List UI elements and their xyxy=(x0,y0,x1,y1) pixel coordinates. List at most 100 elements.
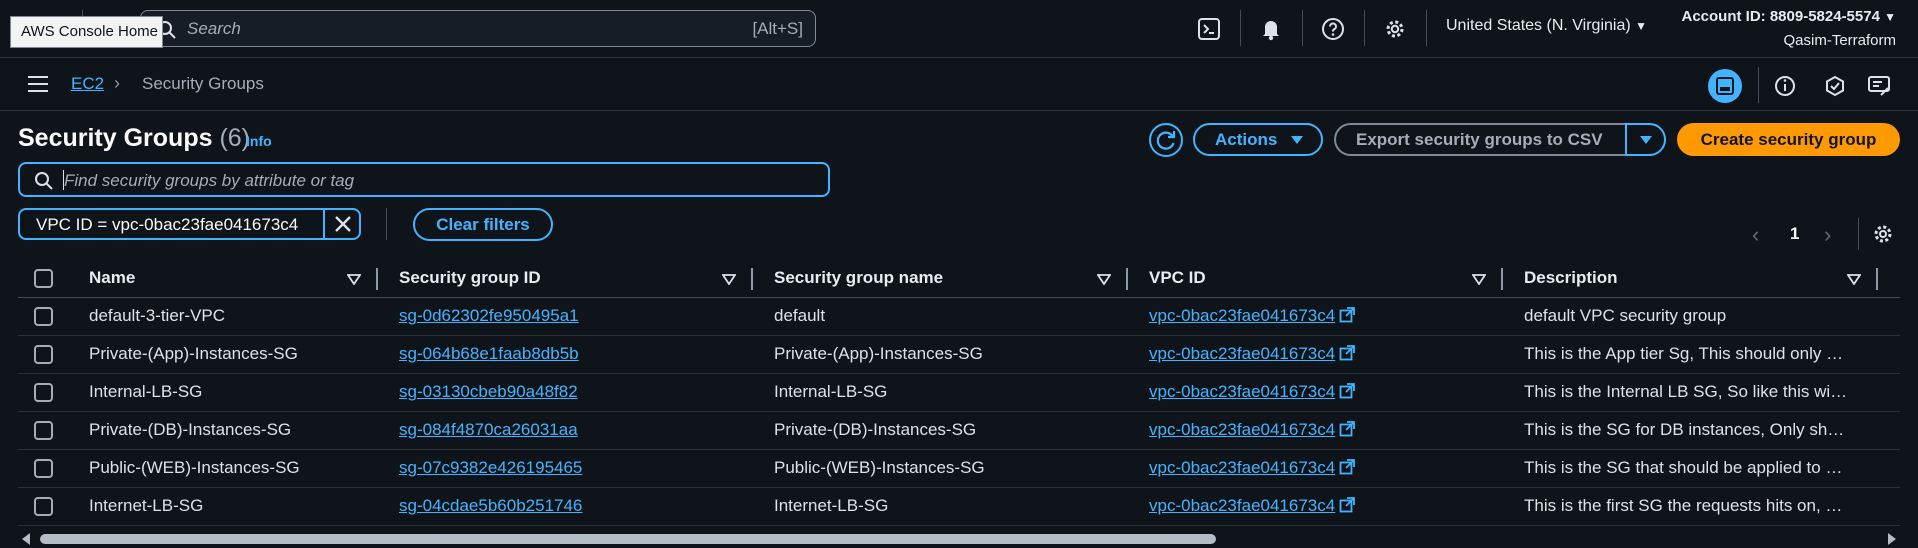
table-row[interactable]: Private-(App)-Instances-SG sg-064b68e1faa… xyxy=(18,336,1900,374)
column-resizer[interactable] xyxy=(376,268,378,290)
info-icon[interactable] xyxy=(1768,69,1802,103)
info-link[interactable]: Info xyxy=(246,133,272,149)
cell-group-id-link[interactable]: sg-084f4870ca26031aa xyxy=(399,420,729,440)
cell-vpc-id[interactable]: vpc-0bac23fae041673c4 xyxy=(1149,382,1489,402)
clear-filters-button[interactable]: Clear filters xyxy=(413,208,553,241)
sort-icon[interactable] xyxy=(347,274,361,285)
cloudshell-icon[interactable] xyxy=(1196,16,1222,42)
cell-name: default-3-tier-VPC xyxy=(89,306,226,325)
table-row[interactable]: default-3-tier-VPC sg-0d62302fe950495a1 de… xyxy=(18,298,1900,336)
row-checkbox[interactable] xyxy=(34,307,53,326)
cell-vpc-id[interactable]: vpc-0bac23fae041673c4 xyxy=(1149,496,1489,516)
breadcrumb-ec2[interactable]: EC2 xyxy=(71,74,104,94)
external-link-icon xyxy=(1339,307,1356,323)
vpc-link[interactable]: vpc-0bac23fae041673c4 xyxy=(1149,344,1335,363)
sort-icon[interactable] xyxy=(722,274,736,285)
menu-icon[interactable] xyxy=(28,76,48,92)
cell-description: default VPC security group xyxy=(1524,306,1727,325)
region-selector[interactable]: United States (N. Virginia) ▼ xyxy=(1446,17,1647,35)
create-security-group-button[interactable]: Create security group xyxy=(1677,123,1900,156)
vpc-link[interactable]: vpc-0bac23fae041673c4 xyxy=(1149,382,1335,401)
table-row[interactable]: Private-(DB)-Instances-SG sg-084f4870ca26… xyxy=(18,412,1900,450)
column-header-vpc-id[interactable]: VPC ID xyxy=(1149,268,1206,288)
table-row[interactable]: Internal-LB-SG sg-03130cbeb90a48f82 Intern… xyxy=(18,374,1900,412)
column-header-group-id[interactable]: Security group ID xyxy=(399,268,541,288)
cell-name: Private-(App)-Instances-SG xyxy=(89,344,298,363)
column-header-group-name[interactable]: Security group name xyxy=(774,268,943,288)
select-all-checkbox[interactable] xyxy=(34,269,53,288)
row-checkbox[interactable] xyxy=(34,459,53,478)
table-row[interactable]: Public-(WEB)-Instances-SG sg-07c9382e4261… xyxy=(18,450,1900,488)
vpc-link[interactable]: vpc-0bac23fae041673c4 xyxy=(1149,458,1335,477)
row-checkbox[interactable] xyxy=(34,383,53,402)
cell-group-id-link[interactable]: sg-0d62302fe950495a1 xyxy=(399,306,729,326)
external-link-icon xyxy=(1339,421,1356,437)
panel-icon xyxy=(1716,77,1734,95)
page-number[interactable]: 1 xyxy=(1790,224,1799,244)
region-label: United States (N. Virginia) xyxy=(1446,17,1631,34)
divider xyxy=(1858,218,1859,250)
horizontal-scrollbar[interactable] xyxy=(18,530,1900,548)
cell-vpc-id[interactable]: vpc-0bac23fae041673c4 xyxy=(1149,344,1489,364)
table-row[interactable]: Internet-LB-SG sg-04cdae5b60b251746 Intern… xyxy=(18,488,1900,526)
search-input[interactable]: Search [Alt+S] xyxy=(140,10,816,47)
page-title-text: Security Groups xyxy=(18,124,213,152)
sort-icon[interactable] xyxy=(1472,274,1486,285)
panel-toggle-button[interactable] xyxy=(1708,69,1742,103)
actions-label: Actions xyxy=(1215,130,1278,149)
close-icon[interactable] xyxy=(333,214,353,234)
column-resizer[interactable] xyxy=(1126,268,1128,290)
vpc-link[interactable]: vpc-0bac23fae041673c4 xyxy=(1149,496,1335,515)
cell-group-name: default xyxy=(774,306,826,325)
scroll-left-icon[interactable] xyxy=(22,533,30,545)
cell-group-id-link[interactable]: sg-064b68e1faab8db5b xyxy=(399,344,729,364)
chevron-right-icon[interactable]: › xyxy=(1824,222,1831,248)
account-menu[interactable]: Account ID: 8809-5824-5574 ▼ Qasim-Terra… xyxy=(1682,5,1897,53)
actions-button[interactable]: Actions xyxy=(1193,123,1323,156)
page-title: Security Groups (6) xyxy=(18,124,250,153)
cell-description: This is the App tier Sg, This should onl… xyxy=(1524,344,1844,363)
shield-icon[interactable] xyxy=(1818,69,1852,103)
column-resizer[interactable] xyxy=(1501,268,1503,290)
sort-icon[interactable] xyxy=(1097,274,1111,285)
cell-group-id-link[interactable]: sg-03130cbeb90a48f82 xyxy=(399,382,729,402)
cell-vpc-id[interactable]: vpc-0bac23fae041673c4 xyxy=(1149,420,1489,440)
row-checkbox[interactable] xyxy=(34,421,53,440)
sort-icon[interactable] xyxy=(1847,274,1861,285)
vpc-link[interactable]: vpc-0bac23fae041673c4 xyxy=(1149,420,1335,439)
cell-name: Public-(WEB)-Instances-SG xyxy=(89,458,300,477)
chevron-left-icon[interactable]: ‹ xyxy=(1752,222,1759,248)
export-csv-button[interactable]: Export security groups to CSV xyxy=(1334,123,1626,156)
cell-group-name: Public-(WEB)-Instances-SG xyxy=(774,458,985,477)
column-resizer[interactable] xyxy=(751,268,753,290)
refresh-button[interactable] xyxy=(1149,123,1183,157)
help-icon[interactable] xyxy=(1320,16,1346,42)
gear-icon[interactable] xyxy=(1871,222,1895,246)
cell-group-id-link[interactable]: sg-07c9382e426195465 xyxy=(399,458,729,478)
search-placeholder: Search xyxy=(187,19,241,38)
divider xyxy=(1364,10,1365,46)
bell-icon[interactable] xyxy=(1258,16,1284,42)
filter-input[interactable]: Find security groups by attribute or tag xyxy=(18,162,830,197)
scrollbar-thumb[interactable] xyxy=(40,534,1216,544)
row-checkbox[interactable] xyxy=(34,497,53,516)
table-header: Name Security group ID Security group na… xyxy=(18,260,1900,298)
breadcrumb-current: Security Groups xyxy=(142,74,264,93)
column-resizer[interactable] xyxy=(1876,268,1878,290)
cell-vpc-id[interactable]: vpc-0bac23fae041673c4 xyxy=(1149,458,1489,478)
filter-token[interactable]: VPC ID = vpc-0bac23fae041673c4 xyxy=(18,208,361,240)
export-dropdown-button[interactable] xyxy=(1625,123,1666,156)
row-checkbox[interactable] xyxy=(34,345,53,364)
divider xyxy=(386,208,387,240)
filter-placeholder: Find security groups by attribute or tag xyxy=(64,171,355,190)
vpc-link[interactable]: vpc-0bac23fae041673c4 xyxy=(1149,306,1335,325)
feedback-icon[interactable] xyxy=(1862,69,1896,103)
cell-group-name: Internal-LB-SG xyxy=(774,382,888,401)
scroll-right-icon[interactable] xyxy=(1888,533,1896,545)
column-header-description[interactable]: Description xyxy=(1524,268,1618,288)
divider xyxy=(1240,10,1241,46)
column-header-name[interactable]: Name xyxy=(89,268,135,288)
cell-vpc-id[interactable]: vpc-0bac23fae041673c4 xyxy=(1149,306,1489,326)
gear-icon[interactable] xyxy=(1382,16,1408,42)
cell-group-id-link[interactable]: sg-04cdae5b60b251746 xyxy=(399,496,729,516)
